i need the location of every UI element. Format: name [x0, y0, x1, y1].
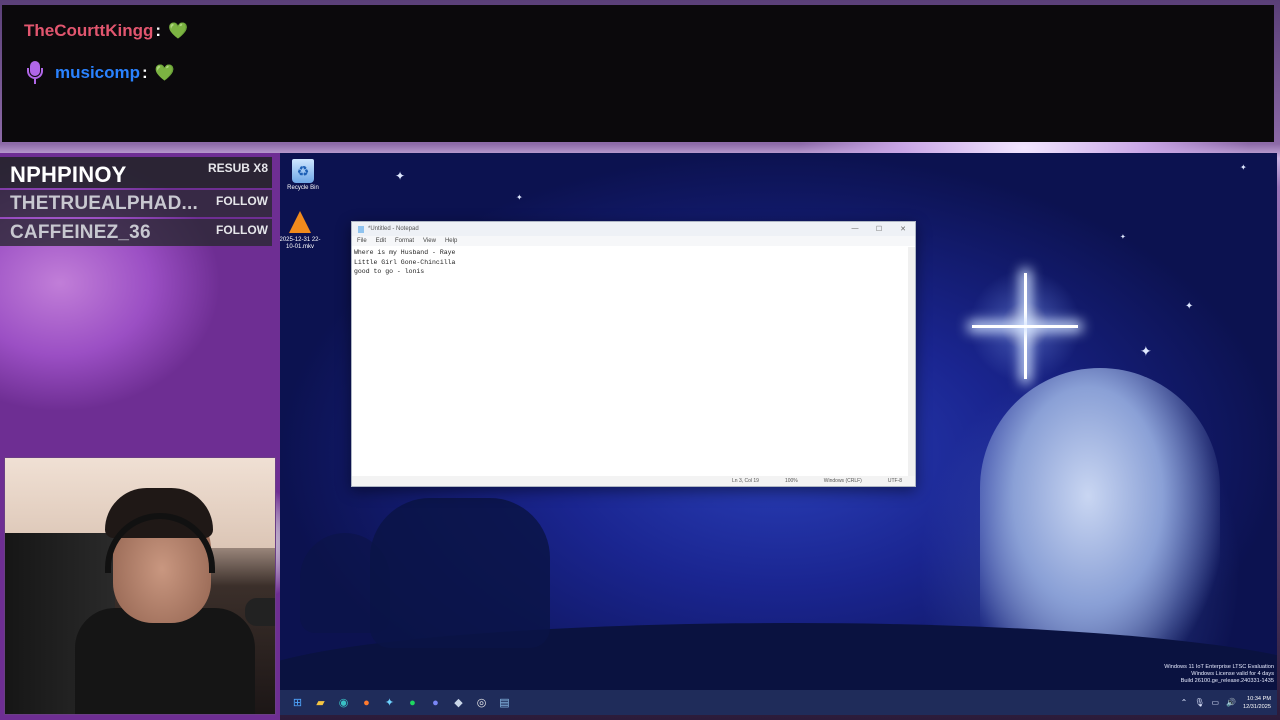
recent-alert-row: NPHPINOY RESUB X8	[0, 157, 272, 188]
menu-help[interactable]: Help	[445, 238, 457, 244]
window-title: *Untitled - Notepad	[368, 226, 419, 232]
text-line: Little Girl Gone-Chincilla	[354, 258, 456, 266]
start-icon[interactable]: ⊞	[286, 690, 309, 715]
alert-type-badge: RESUB X8	[207, 161, 268, 175]
chat-message: TheCourttKingg : 💚	[24, 21, 188, 41]
chrome-icon[interactable]: ◎	[470, 690, 493, 715]
microphone-icon	[245, 598, 275, 626]
chevron-up-icon[interactable]: ⌃	[1181, 698, 1188, 707]
vlc-icon	[289, 211, 311, 233]
steam-icon[interactable]: ◆	[447, 690, 470, 715]
status-bar: Ln 3, Col 19 100% Windows (CRLF) UTF-8	[352, 476, 915, 486]
minimize-button[interactable]: —	[843, 225, 867, 233]
clock[interactable]: 10:34 PM 12/31/2025	[1243, 695, 1271, 711]
taskbar: ⊞ ▰ ◉ ● ✦ ● ● ◆ ◎ ▤ ⌃ 🎙 ▭ 🔊 10:34 PM 12/…	[280, 690, 1277, 715]
volume-icon[interactable]: 🔊	[1226, 698, 1236, 707]
notepad-window[interactable]: *Untitled - Notepad — ☐ ✕ File Edit Form…	[351, 221, 916, 487]
desktop-icon-recycle-bin[interactable]: ♻ Recycle Bin	[280, 159, 326, 192]
watermark-line: Windows License valid for 4 days	[1191, 671, 1274, 677]
alert-username: THETRUEALPHAD...	[10, 192, 198, 214]
line-ending: Windows (CRLF)	[823, 478, 862, 484]
desktop-icon-label: 2025-12-31 22-10-01.mkv	[280, 237, 321, 250]
network-icon[interactable]: ▭	[1211, 698, 1219, 707]
microphone-icon	[26, 61, 44, 85]
spotify-icon[interactable]: ●	[401, 690, 424, 715]
zoom-level: 100%	[784, 478, 798, 484]
alert-username: CAFFEINEZ_36	[10, 221, 151, 243]
chat-message: musicomp : 💚	[26, 61, 175, 85]
microphone-icon[interactable]: 🎙	[1194, 698, 1204, 707]
edge-icon[interactable]: ◉	[332, 690, 355, 715]
menu-format[interactable]: Format	[395, 238, 414, 244]
clock-date: 12/31/2025	[1243, 703, 1271, 710]
watermark-line: Build 26100.ge_release.240331-1435	[1180, 678, 1274, 684]
notepad-title-bar[interactable]: *Untitled - Notepad — ☐ ✕	[352, 222, 915, 236]
notepad-icon[interactable]: ▤	[493, 690, 516, 715]
watermark-line: Windows 11 IoT Enterprise LTSC Evaluatio…	[1164, 664, 1274, 670]
firefox-icon[interactable]: ●	[355, 690, 378, 715]
camel-silhouette	[370, 498, 550, 648]
menu-edit[interactable]: Edit	[376, 238, 386, 244]
alert-type-badge: FOLLOW	[216, 223, 268, 237]
menu-file[interactable]: File	[357, 238, 367, 244]
menu-bar: File Edit Format View Help	[352, 236, 915, 246]
encoding: UTF-8	[887, 478, 902, 484]
desktop-icon-video-file[interactable]: 2025-12-31 22-10-01.mkv	[280, 211, 323, 251]
cursor-position: Ln 3, Col 19	[732, 478, 759, 484]
text-line: Where is my Husband - Raye	[354, 249, 456, 256]
text-line: good to go - lonis	[354, 268, 425, 275]
app-icon[interactable]: ✦	[378, 690, 401, 715]
chat-panel: TheCourttKingg : 💚 musicomp : 💚	[2, 5, 1274, 142]
recent-alert-row: THETRUEALPHAD... FOLLOW	[0, 190, 272, 217]
discord-icon[interactable]: ●	[424, 690, 447, 715]
evaluation-watermark: Windows 11 IoT Enterprise LTSC Evaluatio…	[1164, 664, 1274, 685]
vertical-scrollbar[interactable]	[908, 247, 915, 476]
system-tray: ⌃ 🎙 ▭ 🔊 10:34 PM 12/31/2025	[1181, 695, 1277, 711]
alert-username: NPHPINOY	[10, 161, 127, 187]
green-heart-emote: 💚	[168, 23, 188, 40]
chat-username: musicomp	[55, 63, 141, 82]
webcam-feed	[4, 457, 276, 715]
clock-time: 10:34 PM	[1247, 695, 1271, 702]
recycle-bin-icon: ♻	[292, 159, 314, 183]
menu-view[interactable]: View	[423, 238, 436, 244]
green-heart-emote: 💚	[154, 65, 175, 82]
windows-desktop[interactable]: ✦ ✦ ✦ ✦ ✦ ✦ ✦ ♻ Recycle Bin 2025-12-31 2…	[280, 153, 1277, 690]
alert-type-badge: FOLLOW	[216, 194, 268, 208]
file-explorer-icon[interactable]: ▰	[309, 690, 332, 715]
desktop-icon-label: Recycle Bin	[287, 185, 319, 191]
chat-username: TheCourttKingg	[24, 21, 154, 40]
star-of-bethlehem	[972, 273, 1078, 379]
chat-colon: :	[155, 21, 162, 40]
recent-alert-row: CAFFEINEZ_36 FOLLOW	[0, 219, 272, 246]
notepad-icon	[358, 225, 364, 233]
chat-colon: :	[142, 63, 148, 82]
text-editor-area[interactable]: Where is my Husband - Raye Little Girl Go…	[353, 247, 908, 476]
maximize-button[interactable]: ☐	[867, 225, 891, 233]
close-button[interactable]: ✕	[891, 225, 915, 233]
